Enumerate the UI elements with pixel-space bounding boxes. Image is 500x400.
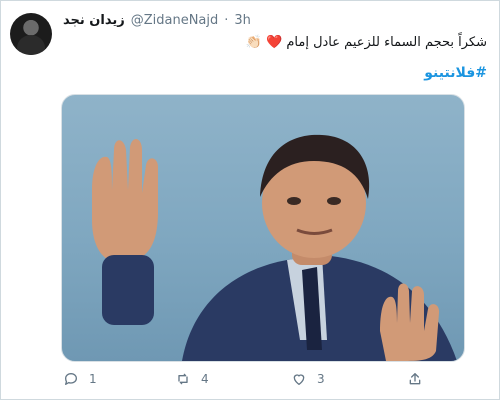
like-icon: [293, 374, 305, 385]
separator: ·: [224, 13, 229, 28]
share-icon: [409, 373, 421, 385]
reply-icon: [65, 373, 77, 385]
retweet-count: 4: [201, 372, 209, 386]
photo-illustration: [92, 134, 457, 361]
share-action[interactable]: [407, 371, 423, 387]
retweet-action[interactable]: 4: [175, 371, 209, 387]
user-handle[interactable]: @ZidaneNajd: [131, 13, 219, 28]
clap-emoji: 👏🏻: [245, 35, 262, 50]
tweet-card[interactable]: زيدان نجد @ZidaneNajd · 3h شكراً بحجم ال…: [0, 0, 500, 400]
tweet-actions: 1 4 3: [61, 371, 461, 391]
reply-count: 1: [89, 372, 97, 386]
like-count: 3: [317, 372, 325, 386]
tweet-photo[interactable]: [61, 94, 465, 362]
like-action[interactable]: 3: [291, 371, 325, 387]
reply-action[interactable]: 1: [63, 371, 97, 387]
hashtag-link[interactable]: #فلانتينو: [424, 65, 487, 81]
tweet-text: شكراً بحجم السماء للزعيم عادل إمام ❤️ 👏🏻: [246, 35, 487, 50]
tweet-header: زيدان نجد @ZidaneNajd · 3h: [63, 13, 251, 28]
tweet-text-content: شكراً بحجم السماء للزعيم عادل إمام: [286, 35, 487, 50]
avatar[interactable]: [10, 13, 52, 55]
timestamp[interactable]: 3h: [234, 13, 251, 28]
heart-emoji: ❤️: [266, 35, 283, 50]
retweet-icon: [178, 373, 188, 385]
display-name[interactable]: زيدان نجد: [63, 13, 125, 28]
